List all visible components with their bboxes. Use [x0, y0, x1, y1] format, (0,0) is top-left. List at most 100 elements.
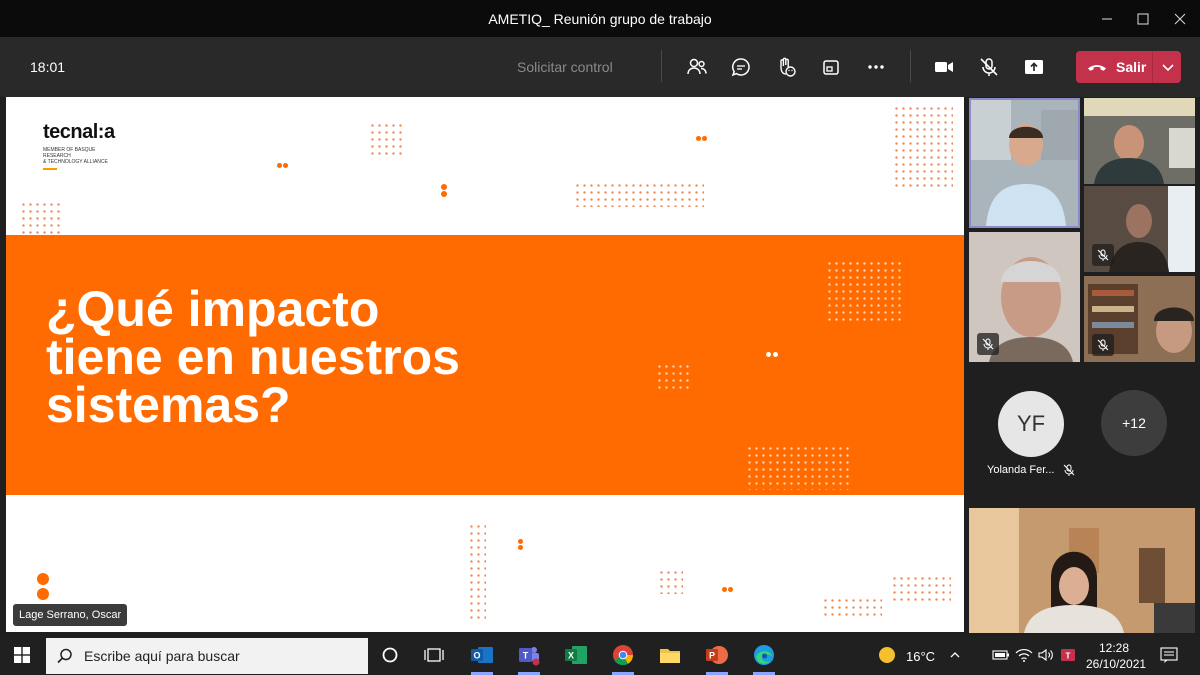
slide-headline: ¿Qué impacto tiene en nuestros sistemas? — [46, 281, 460, 433]
participant-avatar-yf[interactable]: YF — [998, 391, 1064, 457]
minimize-icon — [1102, 18, 1112, 19]
meeting-stage: tecnal:a MEMBER OF BASQUE RESEARCH & TEC… — [0, 97, 1200, 636]
task-view-button[interactable] — [421, 642, 447, 668]
more-participants-button[interactable]: +12 — [1101, 390, 1167, 456]
tray-app-button[interactable]: T — [1055, 642, 1081, 668]
maximize-button[interactable] — [1123, 0, 1163, 37]
weather-temperature: 16°C — [906, 649, 936, 664]
leave-button[interactable]: Salir — [1076, 51, 1181, 83]
task-view-icon — [424, 648, 444, 662]
share-screen-icon — [1025, 60, 1043, 74]
edge-icon — [754, 645, 774, 665]
chevron-up-icon — [950, 652, 960, 658]
presenter-name-badge: Lage Serrano, Oscar — [13, 604, 128, 626]
decor-dots — [826, 260, 901, 325]
microphone-off-icon — [1097, 339, 1109, 351]
taskbar-app-excel[interactable]: X — [563, 642, 589, 668]
title-band: ¿Qué impacto tiene en nuestros sistemas? — [6, 235, 964, 495]
microphone-off-icon — [1063, 464, 1075, 476]
participant-tile[interactable] — [969, 232, 1080, 362]
svg-text:X: X — [568, 651, 574, 661]
windows-icon — [14, 647, 30, 663]
microphone-off-icon — [1097, 249, 1109, 261]
self-view-tile[interactable] — [969, 508, 1195, 633]
toolbar-divider — [661, 50, 662, 82]
taskbar-app-powerpoint[interactable]: P — [704, 642, 730, 668]
participant-tile[interactable] — [1084, 186, 1195, 272]
taskbar-app-chrome[interactable] — [610, 642, 636, 668]
title-bar: AMETIQ_ Reunión grupo de trabajo — [0, 0, 1200, 37]
clock-date: 26/10/2021 — [1086, 657, 1147, 671]
microphone-off-icon — [982, 338, 994, 350]
shared-slide: tecnal:a MEMBER OF BASQUE RESEARCH & TEC… — [6, 97, 964, 632]
decor-dot — [518, 545, 523, 550]
svg-text:P: P — [709, 651, 715, 661]
decor-dot — [722, 587, 727, 592]
sun-icon — [879, 647, 895, 663]
system-clock[interactable]: 12:28 26/10/2021 — [1086, 640, 1147, 672]
decor-dot — [283, 163, 288, 168]
taskbar-app-explorer[interactable] — [657, 642, 683, 668]
taskbar-app-edge[interactable] — [751, 642, 777, 668]
more-actions-button[interactable] — [862, 53, 890, 81]
tecnalia-logo: tecnal:a MEMBER OF BASQUE RESEARCH & TEC… — [43, 121, 123, 170]
svg-text:T: T — [523, 651, 529, 661]
muted-indicator — [977, 333, 999, 355]
participant-tile[interactable] — [1084, 98, 1195, 184]
microphone-button[interactable] — [975, 53, 1003, 81]
minimize-button[interactable] — [1087, 0, 1127, 37]
chat-button[interactable] — [727, 53, 755, 81]
outlook-icon: O — [471, 647, 493, 663]
teams-icon: T — [519, 647, 540, 666]
decor-dot — [518, 539, 523, 544]
decor-dot — [702, 136, 707, 141]
close-button[interactable] — [1160, 0, 1200, 37]
request-control-button[interactable]: Solicitar control — [517, 59, 613, 75]
decor-dots — [746, 445, 851, 490]
muted-indicator — [1092, 244, 1114, 266]
breakout-rooms-icon — [823, 60, 839, 75]
close-icon — [1174, 13, 1186, 24]
app-badge-icon: T — [1061, 649, 1075, 661]
decor-dots — [574, 182, 704, 207]
muted-indicator — [1092, 334, 1114, 356]
leave-options-button[interactable] — [1158, 57, 1178, 82]
participant-name: Yolanda Fer... — [987, 464, 1055, 476]
weather-widget[interactable] — [874, 642, 900, 668]
decor-dot — [441, 191, 447, 197]
chat-icon — [731, 58, 750, 77]
toolbar-divider — [910, 50, 911, 82]
cortana-button[interactable] — [377, 642, 403, 668]
cortana-icon — [382, 647, 398, 663]
notification-icon — [1160, 647, 1178, 663]
decor-dot — [37, 588, 49, 600]
taskbar-app-teams[interactable]: T — [516, 642, 542, 668]
decor-dots — [893, 105, 953, 189]
participant-tile-speaker[interactable] — [969, 98, 1080, 228]
logo-wordmark: tecnal:a — [43, 121, 115, 143]
notifications-button[interactable] — [1156, 642, 1182, 668]
tray-overflow-button[interactable] — [942, 642, 968, 668]
participant-tile[interactable] — [1084, 276, 1195, 362]
people-icon — [687, 58, 707, 75]
microphone-off-icon — [980, 58, 998, 76]
participants-button[interactable] — [683, 53, 711, 81]
battery-icon — [992, 650, 1009, 660]
decor-dot — [696, 136, 701, 141]
share-button[interactable] — [1020, 53, 1048, 81]
hang-up-icon — [1088, 65, 1106, 71]
video-feed — [1084, 98, 1195, 184]
start-button[interactable] — [9, 642, 35, 668]
logo-accent-bar — [43, 168, 57, 170]
leave-divider — [1152, 51, 1153, 83]
rooms-button[interactable] — [817, 53, 845, 81]
taskbar-app-outlook[interactable]: O — [469, 642, 495, 668]
decor-dot — [277, 163, 282, 168]
taskbar-search-box[interactable]: Escribe aquí para buscar — [46, 638, 368, 674]
camera-button[interactable] — [930, 53, 958, 81]
muted-indicator — [1062, 463, 1076, 482]
raise-hand-button[interactable] — [772, 53, 800, 81]
decor-dots — [468, 523, 486, 623]
speaker-icon — [1038, 648, 1053, 662]
video-feed-self — [969, 508, 1195, 633]
